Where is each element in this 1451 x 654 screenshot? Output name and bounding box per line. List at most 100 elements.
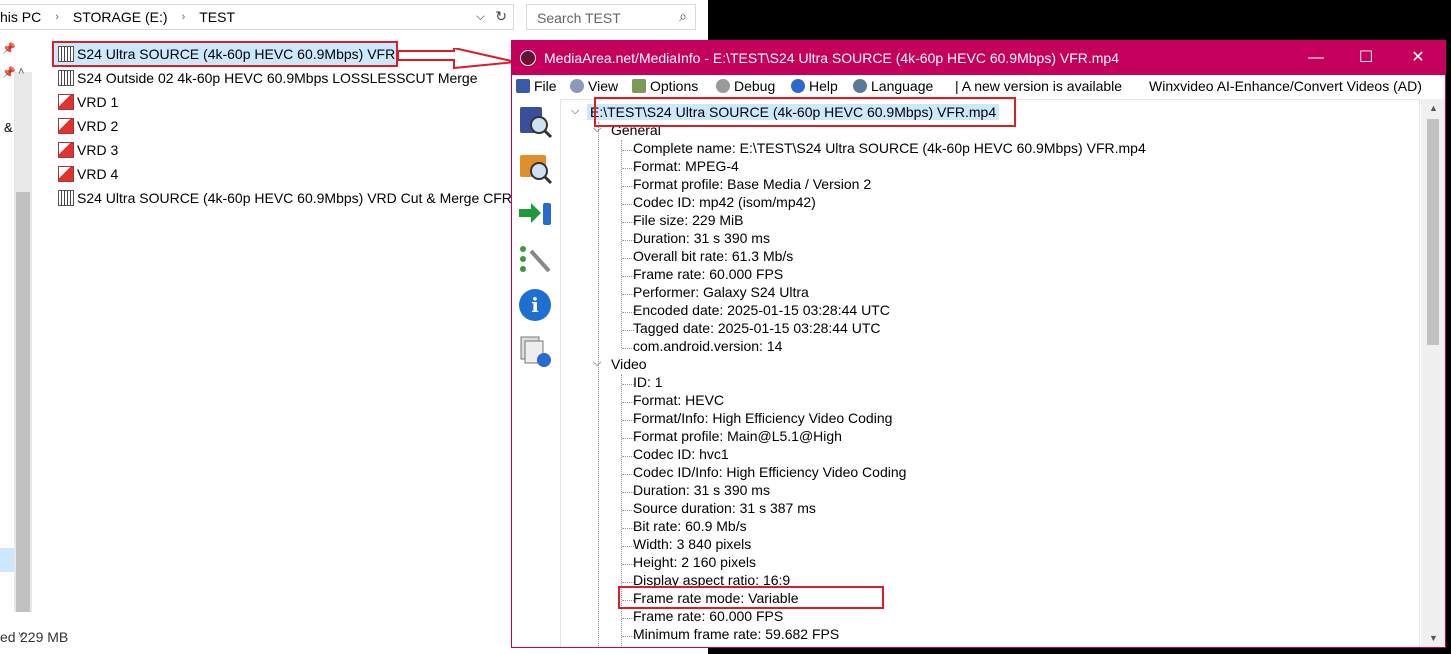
general-field[interactable]: Duration: 31 s 390 ms	[633, 230, 770, 246]
address-bar[interactable]: his PC › STORAGE (E:) › TEST ⌵ ↻	[0, 4, 514, 30]
menu-view[interactable]: View	[570, 78, 618, 94]
breadcrumb-test[interactable]: TEST	[199, 9, 235, 25]
image-file-icon	[58, 94, 74, 110]
video-field[interactable]: Minimum frame rate: 59.682 FPS	[633, 626, 839, 642]
refresh-icon[interactable]: ↻	[495, 8, 507, 25]
image-file-icon	[58, 118, 74, 134]
section-video[interactable]: Video	[611, 356, 647, 372]
video-field[interactable]: Width: 3 840 pixels	[633, 536, 751, 552]
general-field[interactable]: Overall bit rate: 61.3 Mb/s	[633, 248, 793, 264]
scroll-up-icon[interactable]: ▲	[1429, 103, 1438, 113]
list-item[interactable]: VRD 3	[52, 138, 572, 162]
breadcrumb-separator-icon: ›	[181, 11, 186, 23]
video-field[interactable]: Height: 2 160 pixels	[633, 554, 756, 570]
tree-guide-line	[598, 122, 599, 647]
pin-icon[interactable]: 📌	[2, 42, 16, 55]
video-field[interactable]: Format: HEVC	[633, 392, 724, 408]
file-name: VRD 3	[77, 142, 119, 158]
mediainfo-logo-icon	[520, 50, 536, 66]
scrollbar-thumb[interactable]	[1427, 119, 1439, 345]
menu-bar: File View Options Debug Help Language | …	[512, 75, 1445, 99]
general-field[interactable]: Encoded date: 2025-01-15 03:28:44 UTC	[633, 302, 890, 318]
globe-icon	[853, 79, 867, 93]
scroll-up-icon[interactable]: ˄	[18, 66, 24, 78]
mediainfo-window: MediaArea.net/MediaInfo - E:\TEST\S24 Ul…	[511, 40, 1446, 648]
menu-help-label: Help	[809, 78, 838, 94]
menu-options[interactable]: Options	[632, 78, 698, 94]
video-field[interactable]: Format profile: Main@L5.1@High	[633, 428, 842, 444]
menu-language[interactable]: Language	[853, 78, 933, 94]
chevron-down-icon[interactable]: ⌵	[593, 357, 601, 370]
menu-ad[interactable]: Winxvideo AI-Enhance/Convert Videos (AD)	[1149, 78, 1422, 94]
export-icon[interactable]	[517, 195, 553, 231]
open-folder-icon[interactable]	[517, 149, 553, 185]
ad-label: Winxvideo AI-Enhance/Convert Videos (AD)	[1149, 78, 1422, 94]
general-field[interactable]: Frame rate: 60.000 FPS	[633, 266, 783, 282]
gear-icon	[716, 79, 730, 93]
video-field[interactable]: Frame rate: 60.000 FPS	[633, 608, 783, 624]
breadcrumb-this-pc[interactable]: his PC	[0, 9, 41, 25]
info-icon	[791, 79, 805, 93]
menu-file[interactable]: File	[516, 78, 557, 94]
new-version-label: | A new version is available	[955, 78, 1123, 94]
list-item[interactable]: VRD 1	[52, 90, 572, 114]
title-bar[interactable]: MediaArea.net/MediaInfo - E:\TEST\S24 Ul…	[512, 41, 1445, 75]
video-field[interactable]: Codec ID: hvc1	[633, 446, 729, 462]
video-field[interactable]: Codec ID/Info: High Efficiency Video Cod…	[633, 464, 906, 480]
window-title: MediaArea.net/MediaInfo - E:\TEST\S24 Ul…	[544, 50, 1119, 66]
general-field[interactable]: Format profile: Base Media / Version 2	[633, 176, 871, 192]
open-file-icon[interactable]	[517, 103, 553, 139]
highlight-box	[618, 586, 884, 609]
knowledge-base-icon[interactable]	[517, 333, 553, 369]
file-name: VRD 2	[77, 118, 119, 134]
video-field[interactable]: Format/Info: High Efficiency Video Codin…	[633, 410, 892, 426]
menu-help[interactable]: Help	[791, 78, 838, 94]
chevron-down-icon[interactable]: ⌵	[476, 9, 485, 24]
general-field[interactable]: Performer: Galaxy S24 Ultra	[633, 284, 809, 300]
file-name: S24 Ultra SOURCE (4k-60p HEVC 60.9Mbps) …	[77, 190, 512, 206]
image-file-icon	[58, 166, 74, 182]
view-icon	[570, 79, 584, 93]
about-info-icon[interactable]: i	[517, 287, 553, 323]
general-field[interactable]: Complete name: E:\TEST\S24 Ultra SOURCE …	[633, 140, 1146, 156]
navigation-pane: 📌 📌 & ˄ ˅	[0, 32, 34, 642]
preferences-icon[interactable]	[517, 241, 553, 277]
search-input[interactable]: Search TEST ⌕	[526, 4, 696, 30]
tree-scrollbar[interactable]: ▲ ▼	[1421, 99, 1445, 647]
video-field[interactable]: Duration: 31 s 390 ms	[633, 482, 770, 498]
list-item[interactable]: VRD 4	[52, 162, 572, 186]
list-item[interactable]: S24 Ultra SOURCE (4k-60p HEVC 60.9Mbps) …	[52, 186, 572, 210]
general-field[interactable]: File size: 229 MiB	[633, 212, 743, 228]
nav-selected-item[interactable]	[0, 548, 14, 572]
nav-scrollbar[interactable]: ˄ ˅	[14, 66, 32, 642]
video-field[interactable]: ID: 1	[633, 374, 663, 390]
maximize-button[interactable]: ☐	[1343, 46, 1389, 70]
info-tree[interactable]: ⌵ E:\TEST\S24 Ultra SOURCE (4k-60p HEVC 6…	[560, 99, 1420, 647]
scrollbar-thumb[interactable]	[16, 192, 30, 612]
video-field[interactable]: Bit rate: 60.9 Mb/s	[633, 518, 747, 534]
video-file-icon	[58, 70, 74, 86]
close-button[interactable]: ✕	[1395, 46, 1441, 70]
chevron-down-icon[interactable]: ⌵	[571, 105, 579, 118]
menu-new-version[interactable]: | A new version is available	[955, 78, 1122, 94]
general-field[interactable]: com.android.version: 14	[633, 338, 782, 354]
search-icon[interactable]: ⌕	[679, 8, 687, 25]
menu-file-label: File	[534, 78, 557, 94]
breadcrumb-separator-icon: ›	[55, 11, 59, 23]
highlight-box	[52, 41, 398, 67]
file-icon	[516, 79, 530, 93]
general-field[interactable]: Codec ID: mp42 (isom/mp42)	[633, 194, 816, 210]
general-field[interactable]: Tagged date: 2025-01-15 03:28:44 UTC	[633, 320, 881, 336]
nav-item-fragment[interactable]: &	[4, 120, 13, 135]
list-item[interactable]: VRD 2	[52, 114, 572, 138]
tree-guide-line	[621, 140, 622, 348]
video-field[interactable]: Source duration: 31 s 387 ms	[633, 500, 816, 516]
general-field[interactable]: Format: MPEG-4	[633, 158, 739, 174]
menu-view-label: View	[588, 78, 619, 94]
image-file-icon	[58, 142, 74, 158]
video-file-icon	[58, 190, 74, 206]
breadcrumb-storage[interactable]: STORAGE (E:)	[73, 9, 168, 25]
minimize-button[interactable]: —	[1293, 46, 1339, 70]
menu-debug[interactable]: Debug	[716, 78, 775, 94]
scroll-down-icon[interactable]: ▼	[1429, 633, 1438, 643]
